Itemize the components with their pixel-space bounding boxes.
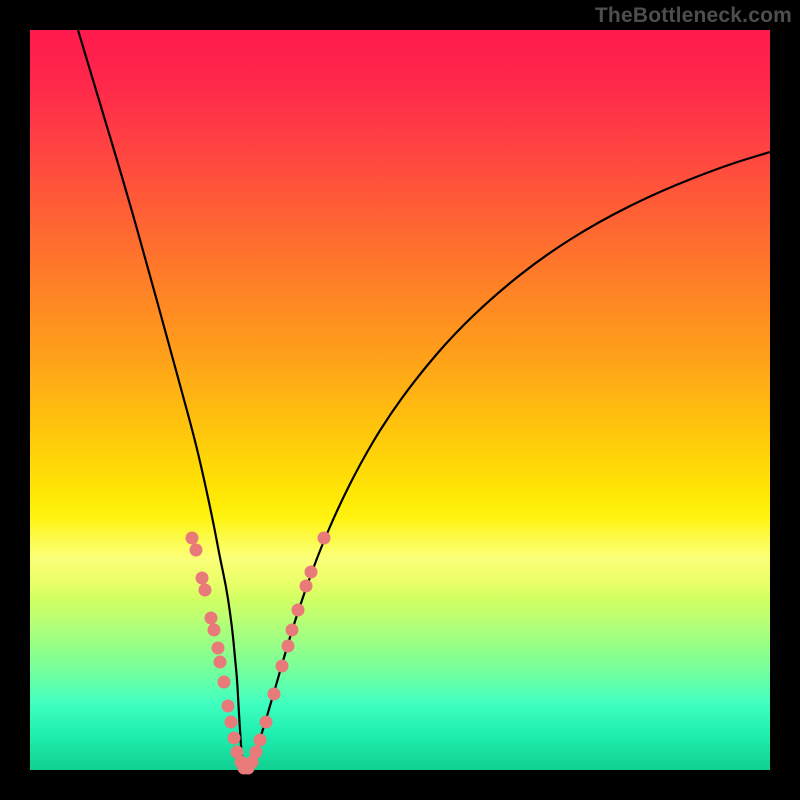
curve-dot: [196, 572, 209, 585]
curve-dot: [286, 624, 299, 637]
bottleneck-curve: [30, 30, 770, 770]
curve-dot: [222, 700, 235, 713]
curve-dot: [212, 642, 225, 655]
curve-dot: [250, 746, 263, 759]
curve-dot: [190, 544, 203, 557]
curve-dot: [268, 688, 281, 701]
curve-dot: [225, 716, 238, 729]
curve-dot: [208, 624, 221, 637]
curve-dot: [282, 640, 295, 653]
curve-dot: [199, 584, 212, 597]
curve-dot: [214, 656, 227, 669]
curve-dot: [205, 612, 218, 625]
curve-dot: [276, 660, 289, 673]
watermark: TheBottleneck.com: [595, 4, 792, 28]
curve-dot: [300, 580, 313, 593]
curve-dot: [254, 734, 267, 747]
curve-dot: [260, 716, 273, 729]
curve-dot: [292, 604, 305, 617]
curve-dot: [228, 732, 241, 745]
curve-dot: [318, 532, 331, 545]
curve-dot: [218, 676, 231, 689]
chart-panel: [30, 30, 770, 770]
curve-dot: [305, 566, 318, 579]
